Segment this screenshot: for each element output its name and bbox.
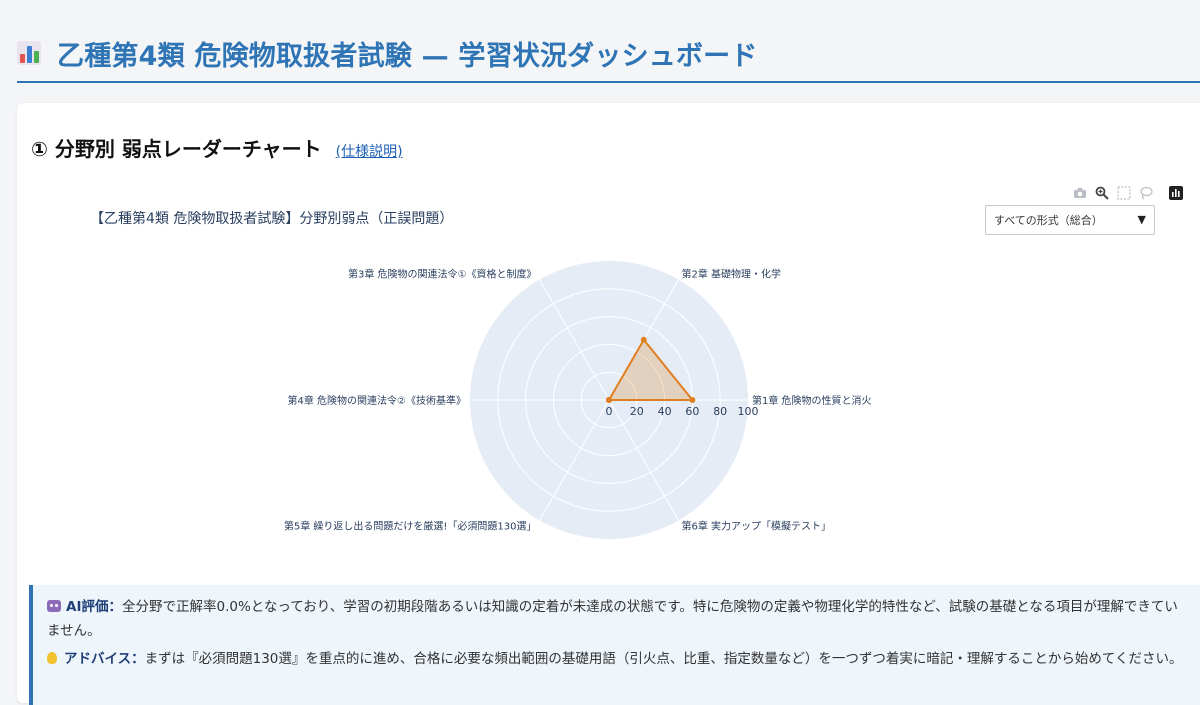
ai-eval-line: AI評価：全分野で正解率0.0%となっており、学習の初期段階あるいは知識の定着が… — [47, 595, 1186, 643]
category-label: 第5章 繰り返し出る問題だけを厳選!「必須問題130選」 — [284, 519, 537, 532]
radial-tick-label: 0 — [606, 405, 613, 418]
category-label: 第1章 危険物の性質と消火 — [752, 394, 872, 407]
radar-chart: 0 20 40 60 80 100第1章 危険物の性質と消火第2章 基礎物理・化学第3章 … — [284, 261, 872, 539]
radar-section-card: ① 分野別 弱点レーダーチャート (仕様説明) 【乙種第4類 危険物取扱者試験】… — [17, 103, 1200, 705]
category-label: 第2章 基礎物理・化学 — [682, 268, 782, 281]
data-point — [606, 397, 612, 403]
ai-eval-text: 全分野で正解率0.0%となっており、学習の初期段階あるいは知識の定着が未達成の状… — [47, 599, 1178, 639]
page-title-text: 乙種第4類 危険物取扱者試験 — 学習状況ダッシュボード — [57, 40, 758, 72]
page-header: 乙種第4類 危険物取扱者試験 — 学習状況ダッシュボード — [0, 0, 1200, 83]
category-label: 第3章 危険物の関連法令①《資格と制度》 — [348, 268, 537, 281]
ai-advice-label: アドバイス： — [64, 651, 145, 667]
ai-advice-text: まずは『必須問題130選』を重点的に進め、合格に必要な頻出範囲の基礎用語（引火点… — [144, 651, 1183, 667]
robot-icon — [47, 600, 61, 612]
category-label: 第4章 危険物の関連法令②《技術基準》 — [287, 394, 466, 407]
ai-evaluation-panel: AI評価：全分野で正解率0.0%となっており、学習の初期段階あるいは知識の定着が… — [29, 585, 1200, 705]
radial-tick-label: 80 — [713, 405, 727, 418]
radial-tick-label: 20 — [630, 405, 644, 418]
data-point — [640, 336, 647, 343]
radial-tick-label: 40 — [658, 405, 672, 418]
category-label: 第6章 実力アップ「模擬テスト」 — [682, 519, 832, 532]
ai-advice-line: アドバイス：まずは『必須問題130選』を重点的に進め、合格に必要な頻出範囲の基礎… — [47, 647, 1186, 671]
data-point — [689, 397, 696, 403]
bar-chart-icon — [17, 41, 41, 65]
page-title: 乙種第4類 危険物取扱者試験 — 学習状況ダッシュボード — [17, 28, 758, 78]
header-divider — [17, 81, 1200, 83]
lightbulb-icon — [47, 652, 57, 664]
radial-tick-label: 60 — [685, 405, 699, 418]
ai-eval-label: AI評価： — [66, 599, 122, 615]
